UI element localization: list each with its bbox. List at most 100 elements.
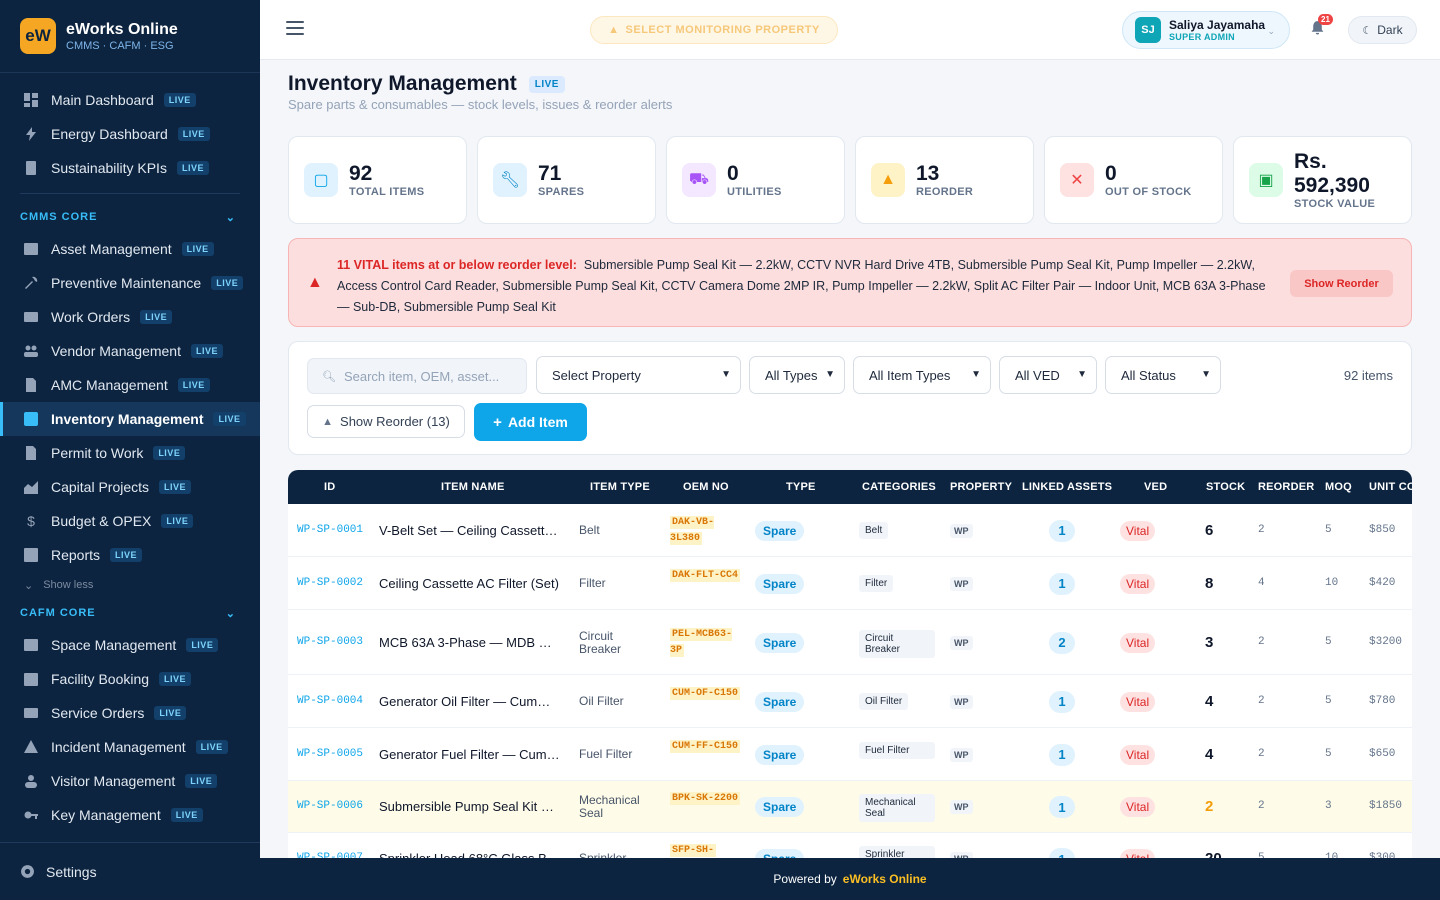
menu-icon[interactable] bbox=[286, 21, 304, 35]
column-header[interactable]: OEM NO bbox=[683, 470, 729, 504]
reorder-level: 2 bbox=[1258, 635, 1265, 648]
column-header[interactable]: UNIT COST bbox=[1369, 470, 1412, 504]
table-header: ID ITEM NAME ITEM TYPE OEM NO TYPE CATEG… bbox=[288, 470, 1412, 504]
sidebar-item-space-management[interactable]: Space Management LIVE bbox=[0, 628, 260, 662]
item-id[interactable]: WP-SP-0004 bbox=[297, 695, 363, 707]
oem-text: DAK-VB-3L380 bbox=[670, 515, 715, 545]
sidebar-item-inventory-management[interactable]: Inventory Management LIVE bbox=[0, 402, 260, 436]
ved-select[interactable]: All VED ▼ bbox=[999, 356, 1097, 394]
stat-card-total-items[interactable]: ▢ 92 TOTAL ITEMS bbox=[288, 136, 467, 224]
linked-assets-count[interactable]: 1 bbox=[1049, 848, 1075, 858]
column-header[interactable]: LINKED ASSETS bbox=[1022, 470, 1112, 504]
linked-assets-count[interactable]: 2 bbox=[1049, 631, 1075, 654]
linked-assets-count[interactable]: 1 bbox=[1049, 690, 1075, 713]
sidebar-item-main-dashboard[interactable]: Main Dashboard LIVE bbox=[0, 83, 260, 117]
item-name[interactable]: V-Belt Set — Ceiling Cassette AC bbox=[379, 523, 561, 538]
column-header[interactable]: VED bbox=[1144, 470, 1167, 504]
section-cmms-core[interactable]: CMMS CORE ⌄ bbox=[0, 202, 260, 232]
table-row[interactable]: WP-SP-0001 V-Belt Set — Ceiling Cassette … bbox=[288, 504, 1412, 557]
sidebar-settings[interactable]: Settings bbox=[0, 842, 260, 900]
sidebar-item-vendor-management[interactable]: Vendor Management LIVE bbox=[0, 334, 260, 368]
stat-card-out-of-stock[interactable]: ✕ 0 OUT OF STOCK bbox=[1044, 136, 1223, 224]
sidebar-item-permit-to-work[interactable]: Permit to Work LIVE bbox=[0, 436, 260, 470]
show-less-toggle[interactable]: ⌄ Show less bbox=[0, 572, 260, 598]
add-item-button[interactable]: + Add Item bbox=[474, 403, 587, 441]
table-row[interactable]: WP-SP-0007Sprinkler Head 68°C Glass Bulb… bbox=[288, 833, 1412, 858]
warning-icon: ▲ bbox=[322, 415, 334, 428]
column-header[interactable]: STOCK bbox=[1206, 470, 1245, 504]
linked-assets-count[interactable]: 1 bbox=[1049, 572, 1075, 595]
item-type-select[interactable]: All Item Types ▼ bbox=[853, 356, 991, 394]
show-reorder-alert-button[interactable]: Show Reorder bbox=[1290, 270, 1393, 297]
status-select[interactable]: All Status ▼ bbox=[1105, 356, 1221, 394]
table-row[interactable]: WP-SP-0003 MCB 63A 3-Phase — MDB Replacem… bbox=[288, 610, 1412, 675]
show-reorder-button[interactable]: ▲ Show Reorder (13) bbox=[307, 405, 465, 438]
user-menu[interactable]: SJ Saliya Jayamaha SUPER ADMIN ⌄ bbox=[1122, 11, 1290, 49]
item-name[interactable]: Generator Oil Filter — Cummins bbox=[379, 694, 561, 709]
section-cafm-core[interactable]: CAFM CORE ⌄ bbox=[0, 598, 260, 628]
sidebar-item-facility-booking[interactable]: Facility Booking LIVE bbox=[0, 662, 260, 696]
sidebar-item-key-management[interactable]: Key Management LIVE bbox=[0, 798, 260, 832]
property-tag: WP bbox=[950, 576, 973, 591]
sidebar-item-preventive-maintenance[interactable]: Preventive Maintenance LIVE bbox=[0, 266, 260, 300]
item-id[interactable]: WP-SP-0002 bbox=[297, 577, 363, 589]
type-select[interactable]: All Types ▼ bbox=[749, 356, 845, 394]
column-header[interactable]: REORDER bbox=[1258, 470, 1314, 504]
item-name[interactable]: Generator Fuel Filter — Cummins bbox=[379, 747, 561, 762]
sidebar-item-energy-dashboard[interactable]: Energy Dashboard LIVE bbox=[0, 117, 260, 151]
item-id[interactable]: WP-SP-0001 bbox=[297, 524, 363, 536]
stat-card-stock-value[interactable]: ▣ Rs. 592,390 STOCK VALUE bbox=[1233, 136, 1412, 224]
sidebar-item-amc-management[interactable]: AMC Management LIVE bbox=[0, 368, 260, 402]
sidebar-item-service-orders[interactable]: Service Orders LIVE bbox=[0, 696, 260, 730]
column-header[interactable]: ITEM TYPE bbox=[590, 470, 650, 504]
column-header[interactable]: PROPERTY bbox=[950, 470, 1012, 504]
item-name[interactable]: Sprinkler Head 68°C Glass Bulb bbox=[379, 851, 561, 858]
column-header[interactable]: TYPE bbox=[786, 470, 816, 504]
property-select[interactable]: Select Property ▼ bbox=[536, 356, 741, 394]
stat-card-utilities[interactable]: ⛟ 0 UTILITIES bbox=[666, 136, 845, 224]
live-badge: LIVE bbox=[211, 276, 244, 290]
table-row[interactable]: WP-SP-0004 Generator Oil Filter — Cummins… bbox=[288, 675, 1412, 728]
item-id[interactable]: WP-SP-0005 bbox=[297, 748, 363, 760]
linked-assets-count[interactable]: 1 bbox=[1049, 743, 1075, 766]
column-header[interactable]: ITEM NAME bbox=[441, 470, 505, 504]
table-row[interactable]: WP-SP-0006 Submersible Pump Seal Kit — 2.… bbox=[288, 781, 1412, 833]
live-badge: LIVE bbox=[213, 412, 246, 426]
stat-card-spares[interactable]: 🔧︎ 71 SPARES bbox=[477, 136, 656, 224]
sidebar-item-asset-management[interactable]: Asset Management LIVE bbox=[0, 232, 260, 266]
stat-card-reorder[interactable]: ▲ 13 REORDER bbox=[855, 136, 1034, 224]
linked-assets-count[interactable]: 1 bbox=[1049, 796, 1075, 818]
moq-value: 5 bbox=[1325, 635, 1332, 648]
table-row[interactable]: WP-SP-0005 Generator Fuel Filter — Cummin… bbox=[288, 728, 1412, 781]
select-monitoring-property-button[interactable]: ▲ SELECT MONITORING PROPERTY bbox=[590, 16, 838, 44]
sidebar-item-incident-management[interactable]: Incident Management LIVE bbox=[0, 730, 260, 764]
footer-brand[interactable]: eWorks Online bbox=[843, 872, 927, 886]
item-name[interactable]: MCB 63A 3-Phase — MDB Replacement bbox=[379, 635, 561, 650]
column-header[interactable]: CATEGORIES bbox=[862, 470, 936, 504]
sidebar-item-budget-opex[interactable]: $ Budget & OPEX LIVE bbox=[0, 504, 260, 538]
ved-badge: Vital bbox=[1120, 849, 1156, 858]
column-header[interactable]: MOQ bbox=[1325, 470, 1352, 504]
item-name[interactable]: Submersible Pump Seal Kit — 2.2kW bbox=[379, 799, 561, 814]
archive-icon: ▣ bbox=[1249, 163, 1283, 197]
type-badge: Spare bbox=[755, 520, 805, 541]
item-name[interactable]: Ceiling Cassette AC Filter (Set) bbox=[379, 576, 561, 591]
chevron-down-icon: ▼ bbox=[825, 369, 835, 380]
table-row[interactable]: WP-SP-0002 Ceiling Cassette AC Filter (Se… bbox=[288, 557, 1412, 610]
sidebar-item-sustainability-kpis[interactable]: Sustainability KPIs LIVE bbox=[0, 151, 260, 185]
sidebar-item-work-orders[interactable]: Work Orders LIVE bbox=[0, 300, 260, 334]
stat-label: STOCK VALUE bbox=[1294, 198, 1376, 210]
theme-toggle-button[interactable]: ☾ Dark bbox=[1348, 16, 1417, 44]
notifications-button[interactable]: 21 bbox=[1310, 14, 1333, 38]
column-header[interactable]: ID bbox=[324, 470, 335, 504]
search-input[interactable] bbox=[343, 368, 514, 384]
sidebar-item-visitor-management[interactable]: Visitor Management LIVE bbox=[0, 764, 260, 798]
sidebar-item-reports[interactable]: Reports LIVE bbox=[0, 538, 260, 572]
item-id[interactable]: WP-SP-0006 bbox=[297, 800, 363, 812]
brand[interactable]: eW eWorks Online CMMS · CAFM · ESG bbox=[0, 0, 260, 73]
linked-assets-count[interactable]: 1 bbox=[1049, 519, 1075, 542]
unit-cost: $650 bbox=[1369, 747, 1396, 760]
sidebar-item-capital-projects[interactable]: Capital Projects LIVE bbox=[0, 470, 260, 504]
item-id[interactable]: WP-SP-0003 bbox=[297, 636, 363, 648]
search-box[interactable]: 🔍︎ bbox=[307, 358, 527, 394]
